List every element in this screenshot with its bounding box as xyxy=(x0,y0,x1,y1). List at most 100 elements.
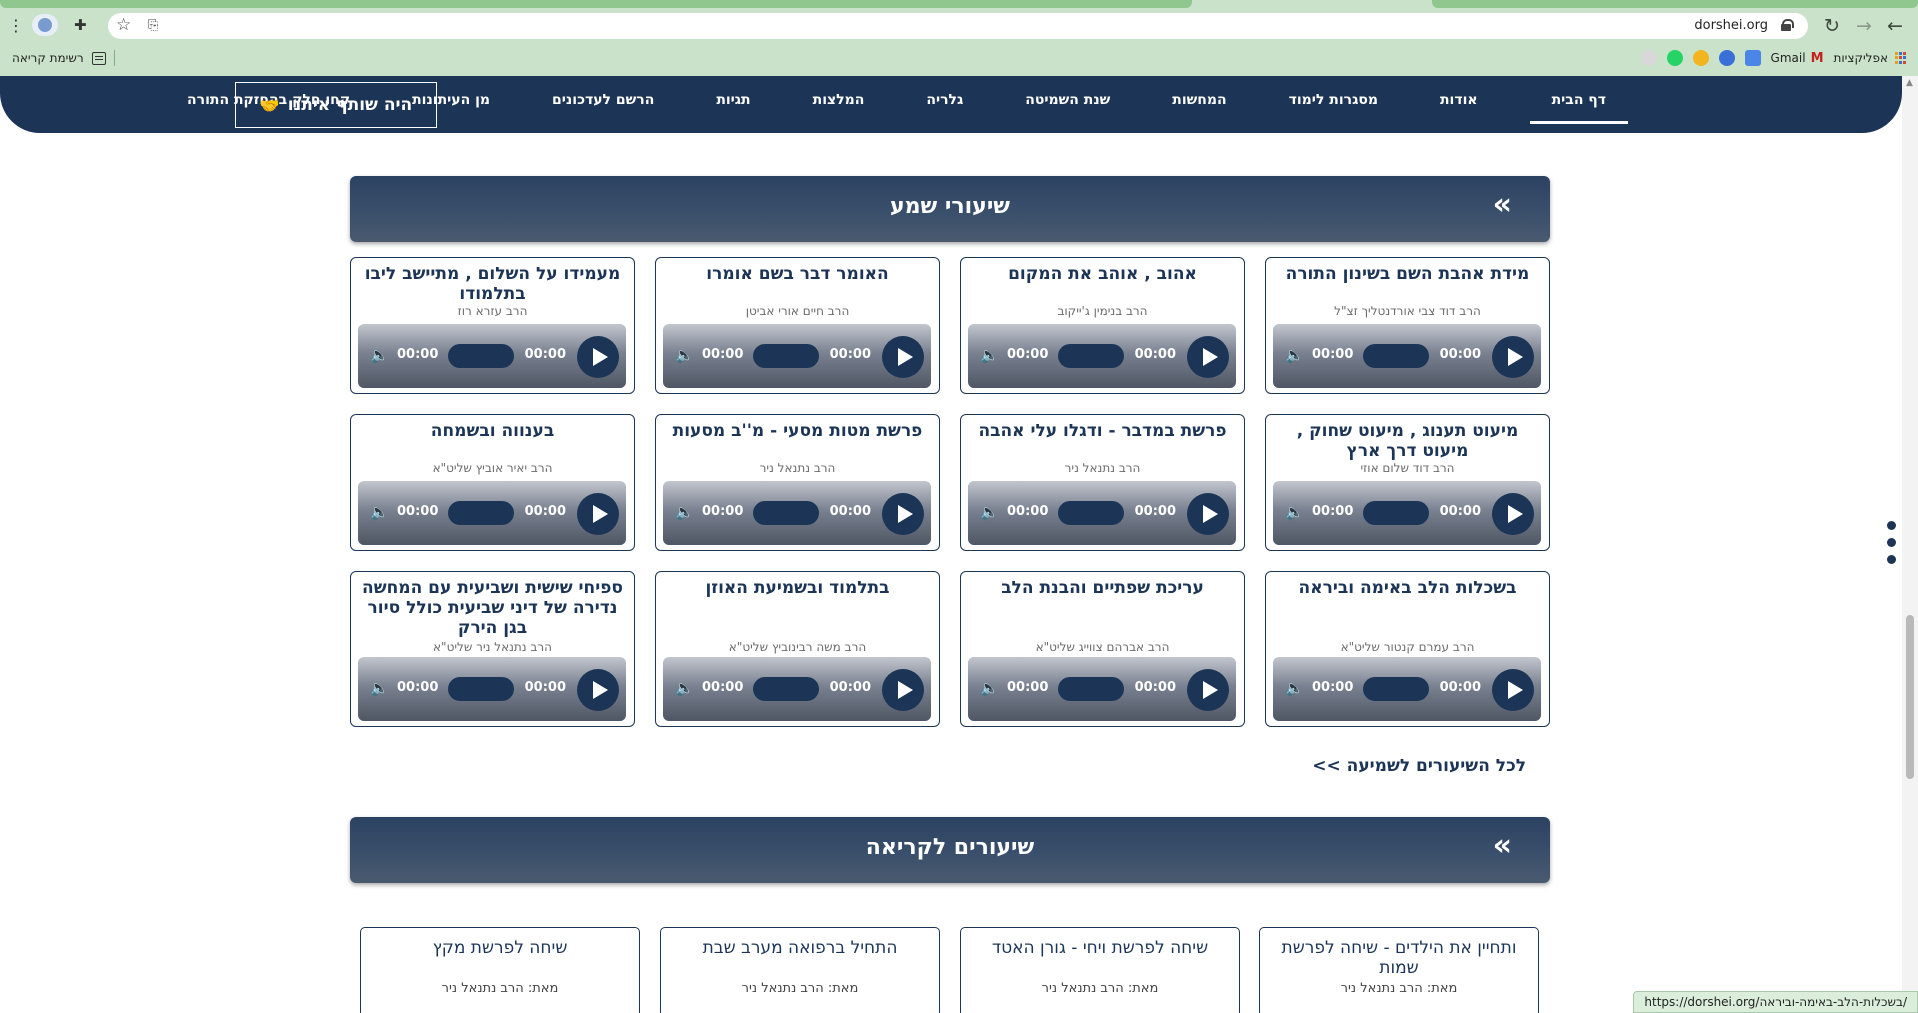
lesson-title[interactable]: האומר דבר בשם אומרו xyxy=(664,264,931,284)
browser-menu-icon[interactable]: ⋮ xyxy=(8,16,24,35)
audio-lesson-card[interactable]: עריכת שפתיים והבנת הלב הרב אברהם צווייג ש… xyxy=(960,571,1245,727)
audio-lesson-card[interactable]: ספיחי שישית ושביעית עם המחשה נדירה של די… xyxy=(350,571,635,727)
browser-tab[interactable] xyxy=(1432,0,1918,8)
play-icon[interactable] xyxy=(882,669,924,711)
reading-list-label[interactable]: רשימת קריאה xyxy=(12,51,84,65)
progress-slider[interactable] xyxy=(1363,501,1429,525)
audio-lesson-card[interactable]: אהוב , אוהב את המקום הרב בנימין ג'ייקוב 00… xyxy=(960,257,1245,394)
whatsapp-icon[interactable] xyxy=(1666,50,1683,66)
volume-icon[interactable]: 🔈 xyxy=(370,679,390,699)
lock-icon[interactable] xyxy=(1781,19,1794,31)
lesson-title[interactable]: אהוב , אוהב את המקום xyxy=(969,264,1236,284)
audio-lesson-card[interactable]: פרשת במדבר - ודגלו עלי אהבה הרב נתנאל ניר… xyxy=(960,414,1245,551)
lesson-title[interactable]: בתלמוד ובשמיעת האוזן xyxy=(664,578,931,598)
back-icon[interactable]: ← xyxy=(1884,15,1906,37)
volume-icon[interactable]: 🔈 xyxy=(980,503,1000,523)
volume-icon[interactable]: 🔈 xyxy=(675,679,695,699)
nav-item[interactable]: שנת השמיטה xyxy=(1015,92,1120,108)
scroll-thumb[interactable] xyxy=(1906,615,1914,779)
url-text[interactable]: dorshei.org xyxy=(1694,18,1768,33)
play-icon[interactable] xyxy=(1187,336,1229,378)
lesson-title[interactable]: בשכלות הלב באימה וביראה xyxy=(1274,578,1541,598)
audio-lesson-card[interactable]: האומר דבר בשם אומרו הרב חיים אורי אביטן 00… xyxy=(655,257,940,394)
side-dots-menu-icon[interactable] xyxy=(1887,521,1897,572)
bookmark-gmail[interactable]: M Gmail xyxy=(1771,51,1824,66)
nav-item[interactable]: אודות xyxy=(1430,92,1488,108)
nav-item[interactable]: גלריה xyxy=(916,92,973,108)
reading-lesson-card[interactable]: ותחיין את הילדים - שיחה לפרשת שמות מאת: ה… xyxy=(1259,927,1539,1013)
reading-lesson-card[interactable]: התחיל ברפואה מערב שבת מאת: הרב נתנאל ניר xyxy=(660,927,940,1013)
audio-lesson-card[interactable]: בענווה ובשמחה הרב יאיר אוביץ שליט"א 00:00 0… xyxy=(350,414,635,551)
reading-list-icon[interactable] xyxy=(91,51,106,65)
progress-slider[interactable] xyxy=(448,677,514,701)
progress-slider[interactable] xyxy=(1363,344,1429,368)
audio-lesson-card[interactable]: מעמידו על השלום , מתיישב ליבו בתלמודו הרב… xyxy=(350,257,635,394)
reading-title[interactable]: ותחיין את הילדים - שיחה לפרשת שמות xyxy=(1270,938,1528,978)
nav-item[interactable]: תגיות xyxy=(706,92,760,108)
play-icon[interactable] xyxy=(1187,669,1229,711)
volume-icon[interactable]: 🔈 xyxy=(980,346,1000,366)
lesson-title[interactable]: בענווה ובשמחה xyxy=(359,421,626,441)
chevron-left-icon[interactable]: « xyxy=(1493,190,1512,220)
all-audio-lessons-link[interactable]: לכל השיעורים לשמיעה >> xyxy=(1312,756,1526,776)
audio-lesson-card[interactable]: מידת אהבת השם בשינון התורה הרב דוד צבי או… xyxy=(1265,257,1550,394)
volume-icon[interactable]: 🔈 xyxy=(1285,346,1305,366)
progress-slider[interactable] xyxy=(1058,501,1124,525)
volume-icon[interactable]: 🔈 xyxy=(675,503,695,523)
play-icon[interactable] xyxy=(882,336,924,378)
progress-slider[interactable] xyxy=(448,501,514,525)
page-scrollbar[interactable]: ▲ xyxy=(1902,76,1918,1013)
bot-icon[interactable] xyxy=(1718,50,1735,66)
chevron-left-icon[interactable]: « xyxy=(1493,831,1512,861)
audio-lesson-card[interactable]: בשכלות הלב באימה וביראה הרב עמרם קנטור של… xyxy=(1265,571,1550,727)
lesson-title[interactable]: ספיחי שישית ושביעית עם המחשה נדירה של די… xyxy=(359,578,626,638)
volume-icon[interactable]: 🔈 xyxy=(675,346,695,366)
reading-title[interactable]: שיחה לפרשת מקץ xyxy=(371,938,629,958)
lesson-title[interactable]: מעמידו על השלום , מתיישב ליבו בתלמודו xyxy=(359,264,626,304)
audio-lesson-card[interactable]: מיעוט תענוג , מיעוט שחוק , מיעוט דרך ארץ… xyxy=(1265,414,1550,551)
volume-icon[interactable]: 🔈 xyxy=(370,346,390,366)
lesson-title[interactable]: מידת אהבת השם בשינון התורה xyxy=(1274,264,1541,284)
volume-icon[interactable]: 🔈 xyxy=(980,679,1000,699)
progress-slider[interactable] xyxy=(753,501,819,525)
volume-icon[interactable]: 🔈 xyxy=(1285,503,1305,523)
profile-avatar[interactable] xyxy=(32,14,58,36)
play-icon[interactable] xyxy=(577,669,619,711)
progress-slider[interactable] xyxy=(448,344,514,368)
address-bar[interactable]: ☆ ⎘ dorshei.org xyxy=(108,13,1808,39)
progress-slider[interactable] xyxy=(1058,344,1124,368)
lesson-title[interactable]: מיעוט תענוג , מיעוט שחוק , מיעוט דרך ארץ xyxy=(1274,421,1541,461)
reading-lesson-card[interactable]: שיחה לפרשת ויחי - גורן האטד מאת: הרב נתנא… xyxy=(960,927,1240,1013)
nav-item[interactable]: דף הבית xyxy=(1529,92,1629,124)
forward-icon[interactable]: → xyxy=(1853,15,1875,37)
bookmark-apps[interactable]: אפליקציות xyxy=(1834,51,1906,65)
lesson-title[interactable]: פרשת מטות מסעי - מ''ב מסעות xyxy=(664,421,931,441)
extensions-icon[interactable]: ✚ xyxy=(74,16,87,34)
glasses-icon[interactable] xyxy=(1692,50,1709,66)
play-icon[interactable] xyxy=(577,493,619,535)
volume-icon[interactable]: 🔈 xyxy=(1285,679,1305,699)
nav-item[interactable]: הרשם לעדכונים xyxy=(542,92,664,108)
bookmark-favicon[interactable] xyxy=(1640,50,1657,66)
partner-button[interactable]: 🤝 היה שותף איתנו xyxy=(235,82,437,128)
lesson-title[interactable]: עריכת שפתיים והבנת הלב xyxy=(969,578,1236,598)
bookmark-star-icon[interactable]: ☆ xyxy=(116,15,131,35)
reload-icon[interactable]: ↻ xyxy=(1821,15,1843,37)
translate-icon[interactable] xyxy=(1744,50,1761,66)
nav-item[interactable]: המלצות xyxy=(803,92,875,108)
lesson-title[interactable]: פרשת במדבר - ודגלו עלי אהבה xyxy=(969,421,1236,441)
progress-slider[interactable] xyxy=(753,344,819,368)
reading-title[interactable]: שיחה לפרשת ויחי - גורן האטד xyxy=(971,938,1229,958)
scroll-up-icon[interactable]: ▲ xyxy=(1906,78,1913,88)
volume-icon[interactable]: 🔈 xyxy=(370,503,390,523)
progress-slider[interactable] xyxy=(1363,677,1429,701)
reading-title[interactable]: התחיל ברפואה מערב שבת xyxy=(671,938,929,958)
play-icon[interactable] xyxy=(882,493,924,535)
browser-tab-active[interactable] xyxy=(0,0,1192,8)
progress-slider[interactable] xyxy=(1058,677,1124,701)
play-icon[interactable] xyxy=(1492,493,1534,535)
play-icon[interactable] xyxy=(577,336,619,378)
audio-lesson-card[interactable]: בתלמוד ובשמיעת האוזן הרב משה רבינוביץ שלי… xyxy=(655,571,940,727)
progress-slider[interactable] xyxy=(753,677,819,701)
play-icon[interactable] xyxy=(1492,669,1534,711)
